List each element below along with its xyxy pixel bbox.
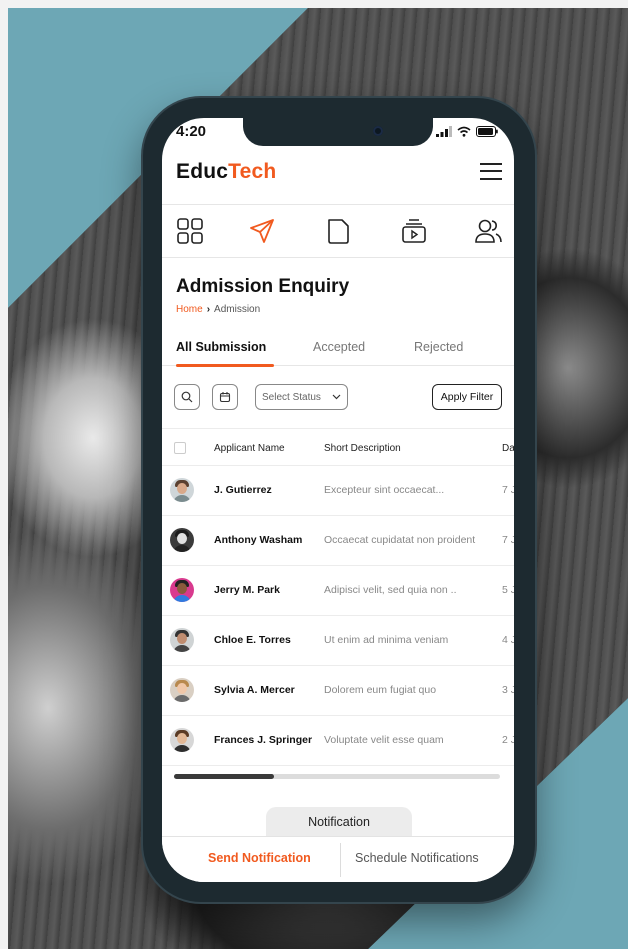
divider — [340, 843, 341, 877]
notification-actions: Send Notification Schedule Notifications — [162, 836, 514, 882]
short-description: Ut enim ad minima veniam — [324, 634, 449, 646]
schedule-notifications-button[interactable]: Schedule Notifications — [355, 851, 479, 865]
filter-bar: Select Status Apply Filter — [162, 384, 514, 414]
table-row[interactable]: Anthony Washam Occaecat cupidatat non pr… — [162, 516, 514, 566]
brand-logo[interactable]: EducTech — [176, 160, 276, 184]
column-applicant-name: Applicant Name — [214, 443, 285, 454]
avatar — [170, 478, 194, 502]
column-short-description: Short Description — [324, 443, 401, 454]
status-select[interactable]: Select Status — [255, 384, 348, 410]
document-icon[interactable] — [324, 217, 352, 245]
applicant-name: Frances J. Springer — [214, 734, 313, 746]
select-all-checkbox[interactable] — [174, 442, 186, 454]
short-description: Adipisci velit, sed quia non .. — [324, 584, 457, 596]
table-row[interactable]: Jerry M. Park Adipisci velit, sed quia n… — [162, 566, 514, 616]
page-title: Admission Enquiry — [176, 276, 350, 297]
dashboard-grid-icon[interactable] — [176, 217, 204, 245]
date-filter-button[interactable] — [212, 384, 238, 410]
applicant-name: Chloe E. Torres — [214, 634, 291, 646]
avatar — [170, 728, 194, 752]
apply-filter-button[interactable]: Apply Filter — [432, 384, 502, 410]
applicant-table-body: J. Gutierrez Excepteur sint occaecat... … — [162, 466, 514, 766]
hamburger-menu-icon[interactable] — [480, 162, 502, 180]
chevron-down-icon — [332, 394, 341, 400]
breadcrumb: Home › Admission — [176, 304, 260, 315]
brand-part-2: Tech — [228, 160, 277, 183]
submission-date: 7 J — [502, 484, 514, 496]
active-tab-indicator — [176, 364, 274, 367]
table-row[interactable]: Frances J. Springer Voluptate velit esse… — [162, 716, 514, 766]
status-select-label: Select Status — [262, 391, 321, 403]
avatar — [170, 678, 194, 702]
phone-screen: 4:20 EducTech Admission Enquiry Home › A… — [162, 118, 514, 882]
tab-all-submission[interactable]: All Submission — [176, 340, 266, 354]
table-row[interactable]: Sylvia A. Mercer Dolorem eum fugiat quo … — [162, 666, 514, 716]
table-row[interactable]: J. Gutierrez Excepteur sint occaecat... … — [162, 466, 514, 516]
submission-date: 3 J — [502, 684, 514, 696]
column-date: Da — [502, 443, 514, 454]
avatar — [170, 628, 194, 652]
tab-rejected[interactable]: Rejected — [414, 340, 463, 354]
submission-tabs: All Submission Accepted Rejected — [162, 332, 514, 367]
short-description: Voluptate velit esse quam — [324, 734, 444, 746]
applicant-name: Sylvia A. Mercer — [214, 684, 295, 696]
search-button[interactable] — [174, 384, 200, 410]
submission-date: 5 J — [502, 584, 514, 596]
send-icon[interactable] — [248, 217, 276, 245]
search-icon — [181, 391, 193, 403]
scrollbar-thumb[interactable] — [174, 774, 274, 779]
users-icon[interactable] — [474, 217, 502, 245]
applicant-name: Jerry M. Park — [214, 584, 280, 596]
submission-date: 2 J — [502, 734, 514, 746]
breadcrumb-home[interactable]: Home — [176, 304, 203, 315]
wifi-icon — [457, 126, 471, 137]
breadcrumb-current: Admission — [214, 304, 261, 315]
avatar — [170, 578, 194, 602]
table-header: Applicant Name Short Description Da — [162, 428, 514, 466]
brand-part-1: Educ — [176, 160, 229, 183]
short-description: Dolorem eum fugiat quo — [324, 684, 437, 696]
battery-icon — [476, 126, 498, 137]
signal-icon — [436, 126, 452, 137]
send-notification-button[interactable]: Send Notification — [208, 851, 311, 865]
camera-icon — [373, 126, 383, 136]
breadcrumb-separator-icon: › — [206, 304, 211, 315]
tab-accepted[interactable]: Accepted — [313, 340, 365, 354]
submission-date: 4 J — [502, 634, 514, 646]
phone-notch — [243, 118, 433, 146]
icon-navbar — [162, 204, 514, 258]
horizontal-scrollbar[interactable] — [174, 774, 500, 779]
applicant-name: J. Gutierrez — [214, 484, 272, 496]
short-description: Occaecat cupidatat non proident — [324, 534, 476, 546]
notification-tab[interactable]: Notification — [266, 807, 412, 837]
video-library-icon[interactable] — [400, 217, 428, 245]
status-icons — [436, 126, 498, 137]
status-time: 4:20 — [176, 123, 207, 140]
submission-date: 7 J — [502, 534, 514, 546]
calendar-icon — [219, 392, 231, 403]
app-header: EducTech — [162, 154, 514, 198]
avatar — [170, 528, 194, 552]
short-description: Excepteur sint occaecat... — [324, 484, 445, 496]
applicant-name: Anthony Washam — [214, 534, 303, 546]
table-row[interactable]: Chloe E. Torres Ut enim ad minima veniam… — [162, 616, 514, 666]
